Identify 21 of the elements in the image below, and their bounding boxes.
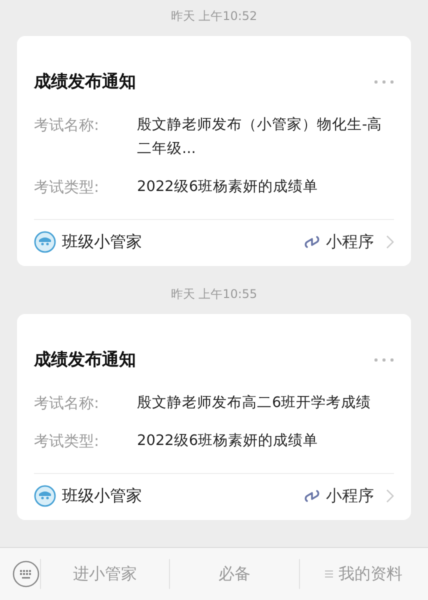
source-name: 班级小管家 [62,232,143,252]
menu-item[interactable]: 必备 [169,559,299,589]
field-value: 殷文静老师发布（小管家）物化生-高二年级... [137,116,384,159]
field-label: 考试名称: [34,115,100,136]
field-label: 考试类型: [34,431,100,452]
card-title: 成绩发布通知 [34,349,136,371]
menu-item[interactable]: 我的资料 [298,559,428,589]
message-time: 昨天 上午10:55 [170,286,258,303]
field-value: 2022级6班杨素妍的成绩单 [137,432,320,451]
menu-item[interactable]: 进小管家 [40,559,170,589]
field-value: 殷文静老师发布高二6班开学考成绩 [137,394,372,413]
source-type: 小程序 [326,486,374,506]
notice-card[interactable]: 成绩发布通知 考试名称: 殷文静老师发布高二6班开学考成绩 考试类型: 2022级6班杨素妍的成绩单 班级小管家 小程序 [17,314,411,520]
source-type: 小程序 [326,232,374,252]
card-title: 成绩发布通知 [34,71,136,93]
notice-card[interactable]: 成绩发布通知 考试名称: 殷文静老师发布（小管家）物化生-高二年级... 考试类型: 2022级6班杨素妍的成绩单 班级小管家 小程序 [17,36,411,266]
field-value: 2022级6班杨素妍的成绩单 [137,178,320,197]
message-time: 昨天 上午10:52 [170,8,258,25]
field-label: 考试名称: [34,393,100,414]
source-name: 班级小管家 [62,486,143,506]
field-label: 考试类型: [34,177,100,198]
